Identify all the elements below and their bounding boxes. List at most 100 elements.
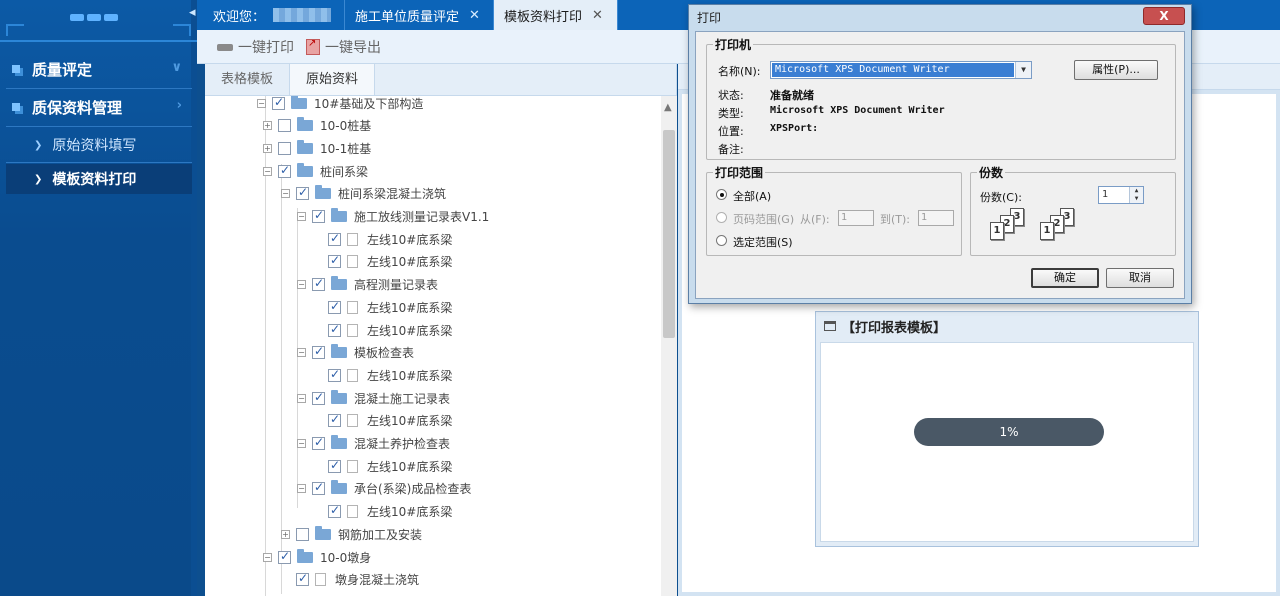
node-checkbox[interactable] xyxy=(312,344,325,360)
collapse-icon[interactable]: − xyxy=(297,439,306,448)
printer-name-select[interactable]: Microsoft XPS Document Writer ▼ xyxy=(770,61,1032,79)
node-checkbox[interactable] xyxy=(312,435,325,450)
range-all-label[interactable]: 全部(A) xyxy=(733,188,771,204)
collapse-icon[interactable]: − xyxy=(297,212,306,221)
node-checkbox[interactable] xyxy=(296,185,309,201)
tree-node[interactable]: − 桩间系梁 xyxy=(263,161,368,181)
copies-stepper[interactable]: 1 ▲ ▼ xyxy=(1098,186,1144,204)
node-checkbox[interactable] xyxy=(278,141,291,155)
one-click-print-button[interactable]: 一键打印 xyxy=(217,37,294,57)
node-checkbox[interactable] xyxy=(312,480,325,496)
node-checkbox[interactable] xyxy=(328,367,341,382)
tab-template-print[interactable]: 模板资料打印 ✕ xyxy=(494,0,618,30)
range-from-input[interactable]: 1 xyxy=(838,210,874,226)
expand-icon[interactable]: + xyxy=(281,529,290,539)
spinner-arrows-icon[interactable]: ▲ ▼ xyxy=(1129,187,1143,203)
tree-scrollbar[interactable]: ▲ xyxy=(661,96,677,596)
tree-node-label: 左线10#底系梁 xyxy=(367,368,453,383)
range-pages-label[interactable]: 页码范围(G) xyxy=(733,211,794,227)
tree-node[interactable]: − 施工放线测量记录表V1.1 xyxy=(297,207,489,227)
tree-node[interactable]: 左线10#底系梁 xyxy=(313,252,452,272)
tree-node[interactable]: 左线10#底系梁 xyxy=(313,411,452,431)
tree-node[interactable]: − 高程测量记录表 xyxy=(297,275,438,295)
collapse-icon[interactable]: − xyxy=(297,280,306,290)
node-checkbox[interactable] xyxy=(328,299,341,314)
scrollbar-thumb[interactable] xyxy=(663,130,675,338)
tab-raw-data[interactable]: 原始资料 xyxy=(290,64,376,95)
tree-node[interactable]: − 10-0墩身 xyxy=(263,547,371,567)
sidebar-item-label: 原始资料填写 xyxy=(52,138,137,154)
tree-node[interactable]: 左线10#底系梁 xyxy=(313,320,452,340)
bullet-arrow-icon: ❯ xyxy=(34,173,43,185)
tree-node[interactable]: − 10#基础及下部构造 xyxy=(257,96,423,113)
close-button[interactable]: X xyxy=(1143,7,1185,25)
tree-node[interactable]: − 模板检查表 xyxy=(297,343,414,363)
tree-node[interactable]: − 桩间系梁混凝土浇筑 xyxy=(281,184,446,204)
ok-button[interactable]: 确定 xyxy=(1031,268,1099,288)
range-all-radio[interactable] xyxy=(716,189,727,200)
page-1: 1 xyxy=(990,222,1004,240)
tree-node[interactable]: 左线10#底系梁 xyxy=(313,365,452,385)
tree-node[interactable]: − 混凝土施工记录表 xyxy=(297,388,450,408)
expand-icon[interactable]: + xyxy=(263,143,272,153)
tab-table-template[interactable]: 表格模板 xyxy=(205,64,291,95)
range-to-input[interactable]: 1 xyxy=(918,210,954,226)
close-icon[interactable]: ✕ xyxy=(592,8,603,23)
folder-icon xyxy=(331,276,347,291)
collapse-icon[interactable]: − xyxy=(263,166,272,176)
node-checkbox[interactable] xyxy=(278,549,291,564)
sidebar-item-qa-docs[interactable]: 质保资料管理 › xyxy=(6,90,192,124)
one-click-export-button[interactable]: 一键导出 xyxy=(306,37,381,57)
tree-node[interactable]: + 钢筋加工及安装 xyxy=(281,524,422,544)
node-checkbox[interactable] xyxy=(328,503,341,519)
collapse-icon[interactable]: − xyxy=(297,348,306,358)
range-pages-radio[interactable] xyxy=(716,212,727,223)
tree-node[interactable]: +10-0桩基 xyxy=(263,116,371,136)
scroll-tabs-left-icon[interactable]: ◂ xyxy=(189,5,203,20)
tree-node-label: 左线10#底系梁 xyxy=(367,414,453,429)
sidebar-item-template-print[interactable]: ❯ 模板资料打印 xyxy=(6,164,192,194)
tree-node[interactable]: 左线10#底系梁 xyxy=(313,502,452,522)
tree-node[interactable]: 墩身混凝土浇筑 xyxy=(281,570,419,590)
node-checkbox[interactable] xyxy=(296,527,309,541)
node-checkbox[interactable] xyxy=(328,322,341,337)
properties-button[interactable]: 属性(P)... xyxy=(1074,60,1158,80)
tree-node[interactable]: 左线10#底系梁 xyxy=(313,297,452,317)
node-checkbox[interactable] xyxy=(328,231,341,246)
tree-node[interactable]: +10-1桩基 xyxy=(263,138,371,158)
node-checkbox[interactable] xyxy=(328,253,341,269)
close-icon[interactable]: ✕ xyxy=(469,8,480,23)
cancel-button[interactable]: 取消 xyxy=(1106,268,1174,288)
collapse-icon[interactable]: − xyxy=(257,98,266,108)
tree-node[interactable]: 左线10#底系梁 xyxy=(313,229,452,249)
sidebar-item-raw-data-entry[interactable]: ❯ 原始资料填写 xyxy=(6,130,192,160)
node-checkbox[interactable] xyxy=(278,163,291,178)
tab-quality-assessment[interactable]: 施工单位质量评定 ✕ xyxy=(345,0,494,30)
tree-node[interactable]: − 混凝土养护检查表 xyxy=(297,434,450,454)
node-checkbox[interactable] xyxy=(312,390,325,405)
node-checkbox[interactable] xyxy=(296,571,309,587)
file-icon xyxy=(347,414,358,428)
collapse-icon[interactable]: − xyxy=(297,393,306,403)
collapse-icon[interactable]: − xyxy=(281,189,290,199)
dropdown-arrow-icon[interactable]: ▼ xyxy=(1015,62,1031,78)
node-checkbox[interactable] xyxy=(328,458,341,473)
expand-icon[interactable]: + xyxy=(263,121,272,131)
range-selection-radio[interactable] xyxy=(716,235,727,246)
range-selection-label[interactable]: 选定范围(S) xyxy=(733,234,793,250)
collapse-icon[interactable]: − xyxy=(263,552,272,562)
node-checkbox[interactable] xyxy=(312,208,325,223)
tree-node-label: 左线10#底系梁 xyxy=(367,255,453,270)
sidebar-item-quality-assessment[interactable]: 质量评定 ∨ xyxy=(6,52,192,86)
where-label: 位置: xyxy=(718,125,744,138)
tree-node[interactable]: 左线10#底系梁 xyxy=(313,456,452,476)
group-title: 份数 xyxy=(979,166,1004,180)
node-checkbox[interactable] xyxy=(312,276,325,292)
scroll-up-icon[interactable]: ▲ xyxy=(664,102,672,113)
node-checkbox[interactable] xyxy=(278,119,291,133)
collapse-icon[interactable]: − xyxy=(297,484,306,494)
tree-node[interactable]: − 承台(系梁)成品检查表 xyxy=(297,479,471,499)
node-checkbox[interactable] xyxy=(328,412,341,428)
sidebar-item-label: 质量评定 xyxy=(32,60,93,79)
node-checkbox[interactable] xyxy=(272,96,285,110)
